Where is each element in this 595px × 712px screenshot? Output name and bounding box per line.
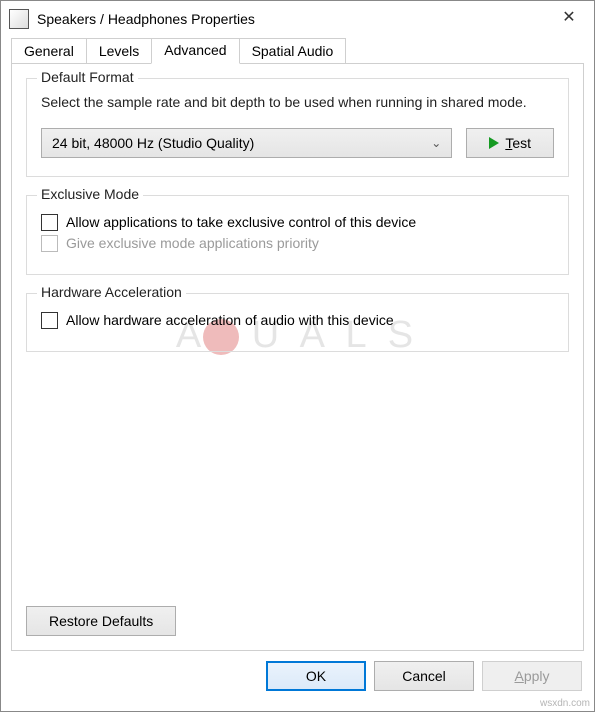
exclusive-control-row: Allow applications to take exclusive con… [41, 214, 554, 231]
close-button[interactable]: ✕ [546, 1, 592, 33]
test-button[interactable]: Test [466, 128, 554, 158]
apply-button: Apply [482, 661, 582, 691]
group-default-format: Default Format Select the sample rate an… [26, 78, 569, 177]
restore-defaults-button[interactable]: Restore Defaults [26, 606, 176, 636]
window-title: Speakers / Headphones Properties [37, 11, 546, 27]
exclusive-control-label: Allow applications to take exclusive con… [66, 214, 416, 230]
exclusive-priority-row: Give exclusive mode applications priorit… [41, 235, 554, 252]
restore-defaults-label: Restore Defaults [49, 613, 153, 629]
play-icon [489, 137, 499, 149]
test-button-label: Test [505, 135, 531, 151]
apply-label: Apply [514, 668, 549, 684]
app-icon [9, 9, 29, 29]
cancel-label: Cancel [402, 668, 446, 684]
hw-accel-row: Allow hardware acceleration of audio wit… [41, 312, 554, 329]
tab-general[interactable]: General [11, 38, 87, 64]
exclusive-priority-label: Give exclusive mode applications priorit… [66, 235, 319, 251]
format-select-value: 24 bit, 48000 Hz (Studio Quality) [52, 135, 254, 151]
corner-watermark: wsxdn.com [540, 698, 590, 709]
cancel-button[interactable]: Cancel [374, 661, 474, 691]
exclusive-priority-checkbox [41, 235, 58, 252]
title-bar: Speakers / Headphones Properties ✕ [1, 1, 594, 37]
default-format-desc: Select the sample rate and bit depth to … [41, 93, 554, 112]
chevron-down-icon: ⌄ [431, 136, 441, 150]
tab-advanced[interactable]: Advanced [151, 38, 239, 64]
exclusive-control-checkbox[interactable] [41, 214, 58, 231]
group-legend: Hardware Acceleration [37, 284, 186, 300]
tab-levels[interactable]: Levels [86, 38, 152, 64]
format-select[interactable]: 24 bit, 48000 Hz (Studio Quality) ⌄ [41, 128, 452, 158]
tab-bar: General Levels Advanced Spatial Audio [1, 38, 594, 64]
group-exclusive-mode: Exclusive Mode Allow applications to tak… [26, 195, 569, 275]
ok-label: OK [306, 668, 326, 684]
hw-accel-label: Allow hardware acceleration of audio wit… [66, 312, 394, 328]
group-hardware-accel: Hardware Acceleration Allow hardware acc… [26, 293, 569, 352]
dialog-footer: OK Cancel Apply [1, 661, 594, 703]
hw-accel-checkbox[interactable] [41, 312, 58, 329]
tab-content: A U A L S Default Format Select the samp… [11, 63, 584, 651]
group-legend: Default Format [37, 69, 138, 85]
tab-spatial[interactable]: Spatial Audio [239, 38, 347, 64]
group-legend: Exclusive Mode [37, 186, 143, 202]
ok-button[interactable]: OK [266, 661, 366, 691]
